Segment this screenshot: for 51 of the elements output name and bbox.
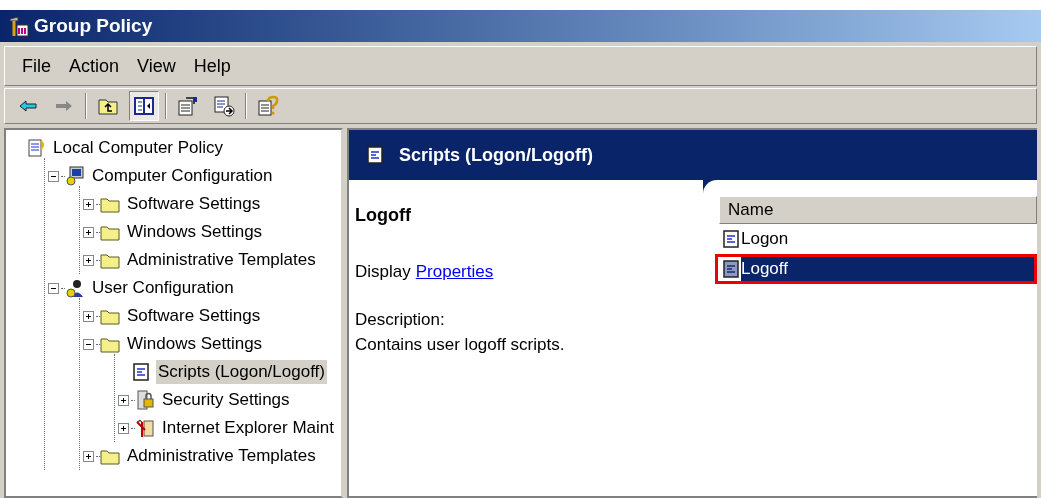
panel-header: Scripts (Logon/Logoff) — [399, 143, 593, 167]
scroll-icon — [26, 138, 46, 158]
tree-item[interactable]: User Configuration — [90, 276, 236, 300]
menu-item[interactable]: File — [13, 52, 60, 80]
expand-icon[interactable] — [117, 422, 129, 434]
collapse-icon[interactable] — [82, 338, 94, 350]
export-list-icon — [213, 95, 235, 117]
expand-icon[interactable] — [82, 310, 94, 322]
collapse-icon[interactable] — [47, 282, 59, 294]
tree-item[interactable]: Software Settings — [125, 304, 263, 328]
user-icon — [65, 278, 85, 298]
window-title: Group Policy — [34, 13, 153, 38]
tree-item[interactable]: Administrative Templates — [125, 248, 318, 272]
list-item[interactable]: Logon — [741, 227, 1034, 251]
tree-item[interactable]: Computer Configuration — [90, 164, 275, 188]
tree-item[interactable]: Scripts (Logon/Logoff) — [156, 360, 327, 384]
menu-item[interactable]: Help — [184, 52, 240, 80]
tree-item[interactable]: Local Computer Policy — [51, 136, 226, 160]
lock-icon — [135, 390, 155, 410]
tree-item[interactable]: Security Settings — [160, 388, 292, 412]
script-icon — [721, 229, 741, 249]
tree-item[interactable]: Windows Settings — [125, 332, 265, 356]
properties-link[interactable]: Properties — [415, 259, 494, 285]
collapse-icon[interactable] — [47, 170, 59, 182]
expand-icon[interactable] — [117, 394, 129, 406]
expand-icon[interactable] — [82, 226, 94, 238]
tree-item[interactable]: Windows Settings — [125, 220, 265, 244]
tree-item[interactable]: Software Settings — [125, 192, 263, 216]
tools-icon — [135, 418, 155, 438]
tree-item[interactable]: Internet Explorer Maint — [160, 416, 336, 440]
expand-icon[interactable] — [82, 254, 94, 266]
description-label: Description: — [355, 308, 446, 331]
list-item[interactable]: Logoff — [741, 257, 1034, 281]
panel-toggle-icon — [133, 95, 155, 117]
script-icon — [131, 362, 151, 382]
computer-icon — [65, 166, 85, 186]
item-title: Logoff — [355, 204, 412, 227]
hammer-icon — [8, 15, 30, 37]
properties-icon — [177, 95, 199, 117]
description-text: Contains user logoff scripts. — [355, 334, 566, 356]
help-icon — [257, 95, 279, 117]
menu-item[interactable]: Action — [60, 52, 129, 80]
expand-icon[interactable] — [82, 450, 94, 462]
display-label: Display — [355, 261, 411, 283]
expand-icon[interactable] — [82, 198, 94, 210]
script-icon — [721, 259, 741, 279]
toolbar-button[interactable] — [129, 91, 159, 121]
column-header[interactable]: Name — [719, 196, 1037, 224]
script-icon — [365, 145, 385, 165]
menu-item[interactable]: View — [128, 52, 185, 80]
tree-item[interactable]: Administrative Templates — [125, 444, 318, 468]
